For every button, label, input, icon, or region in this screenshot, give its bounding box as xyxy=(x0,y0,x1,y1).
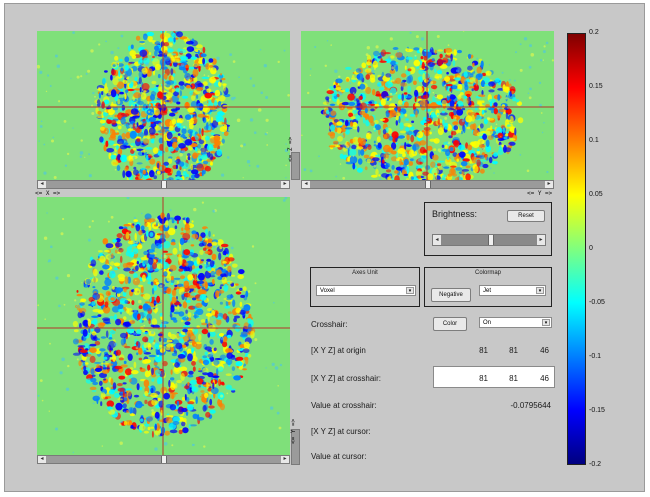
colorbar-tick-label: 0.15 xyxy=(589,83,603,90)
reset-button[interactable]: Reset xyxy=(507,210,545,222)
brightness-label: Brightness: xyxy=(432,209,478,219)
colorbar-tick-label: 0.05 xyxy=(589,191,603,198)
scroll-thumb[interactable] xyxy=(161,456,167,463)
colorbar xyxy=(567,33,586,465)
coronal-view[interactable] xyxy=(37,31,290,180)
sagittal-y-scrollbar[interactable]: ◂ ▸ xyxy=(301,180,554,189)
crosshair-color-button[interactable]: Color xyxy=(433,317,467,331)
crosshair-coords-label: [X Y Z] at crosshair: xyxy=(311,374,381,383)
coronal-x-axis-tag: <= X => xyxy=(35,190,61,197)
value-crosshair-label: Value at crosshair: xyxy=(311,401,377,410)
axes-unit-panel: Axes Unit Voxel ▾ xyxy=(310,267,420,307)
value-crosshair: -0.0795644 xyxy=(510,401,551,410)
slider-right-arrow-icon[interactable]: ▸ xyxy=(537,235,545,245)
colormap-select[interactable]: Jet ▾ xyxy=(479,285,546,296)
brightness-panel: Brightness: Reset ◂ ▸ xyxy=(424,202,552,256)
crosshair-x-value: 81 xyxy=(479,374,488,383)
scroll-right-arrow-icon[interactable]: ▸ xyxy=(281,181,289,188)
axial-x-scrollbar[interactable]: ◂ ▸ xyxy=(37,455,290,464)
coronal-brain-image[interactable] xyxy=(37,31,290,180)
axial-brain-image[interactable] xyxy=(37,197,290,455)
negative-button[interactable]: Negative xyxy=(431,288,471,302)
colorbar-tick-label: -0.2 xyxy=(589,461,602,468)
slider-thumb[interactable] xyxy=(488,235,494,245)
crosshair-coords-input[interactable]: 81 81 46 xyxy=(433,366,555,388)
scroll-left-arrow-icon[interactable]: ◂ xyxy=(38,181,46,188)
crosshair-select[interactable]: On ▾ xyxy=(479,317,552,328)
scroll-thumb[interactable] xyxy=(161,181,167,188)
colorbar-tick-label: 0 xyxy=(589,245,593,252)
sagittal-view[interactable] xyxy=(301,31,554,180)
crosshair-z-value: 46 xyxy=(540,374,549,383)
crosshair-label: Crosshair: xyxy=(311,320,348,329)
axial-y-axis-tag: <= Y => xyxy=(290,418,297,444)
scroll-thumb[interactable] xyxy=(425,181,431,188)
chevron-down-icon[interactable]: ▾ xyxy=(536,287,544,294)
crosshair-value: On xyxy=(483,320,492,326)
crosshair-y-value: 81 xyxy=(509,374,518,383)
colorbar-tick-label: 0.2 xyxy=(589,29,599,36)
scroll-right-arrow-icon[interactable]: ▸ xyxy=(281,456,289,463)
axial-view[interactable] xyxy=(37,197,290,455)
colorbar-tick-label: -0.05 xyxy=(589,299,605,306)
colormap-value: Jet xyxy=(483,288,492,294)
cursor-coords-label: [X Y Z] at cursor: xyxy=(311,427,371,436)
origin-x-value: 81 xyxy=(479,346,488,355)
scroll-right-arrow-icon[interactable]: ▸ xyxy=(545,181,553,188)
scroll-left-arrow-icon[interactable]: ◂ xyxy=(302,181,310,188)
origin-label: [X Y Z] at origin xyxy=(311,346,366,355)
axes-unit-title: Axes Unit xyxy=(352,270,378,276)
axes-unit-select[interactable]: Voxel ▾ xyxy=(316,285,416,296)
slider-left-arrow-icon[interactable]: ◂ xyxy=(433,235,441,245)
chevron-down-icon[interactable]: ▾ xyxy=(542,319,550,326)
scroll-left-arrow-icon[interactable]: ◂ xyxy=(38,456,46,463)
colormap-title: Colormap xyxy=(474,270,501,276)
colorbar-tick-label: 0.1 xyxy=(589,137,599,144)
value-cursor-label: Value at cursor: xyxy=(311,452,367,461)
viewer-window: ◂ ▸ <= X => <= Z => ◂ ▸ <= Y => <= Y => … xyxy=(4,3,645,492)
sagittal-z-axis-tag: <= Z => xyxy=(287,136,294,162)
colorbar-tick-label: -0.1 xyxy=(589,353,602,360)
sagittal-brain-image[interactable] xyxy=(301,31,554,180)
origin-y-value: 81 xyxy=(509,346,518,355)
colorbar-tick-label: -0.15 xyxy=(589,407,605,414)
brightness-slider[interactable]: ◂ ▸ xyxy=(432,234,546,246)
sagittal-y-axis-tag: <= Y => xyxy=(527,190,553,197)
chevron-down-icon[interactable]: ▾ xyxy=(406,287,414,294)
colormap-panel: Colormap Negative Jet ▾ xyxy=(424,267,552,307)
origin-z-value: 46 xyxy=(540,346,549,355)
axes-unit-value: Voxel xyxy=(320,288,335,294)
coronal-x-scrollbar[interactable]: ◂ ▸ xyxy=(37,180,290,189)
